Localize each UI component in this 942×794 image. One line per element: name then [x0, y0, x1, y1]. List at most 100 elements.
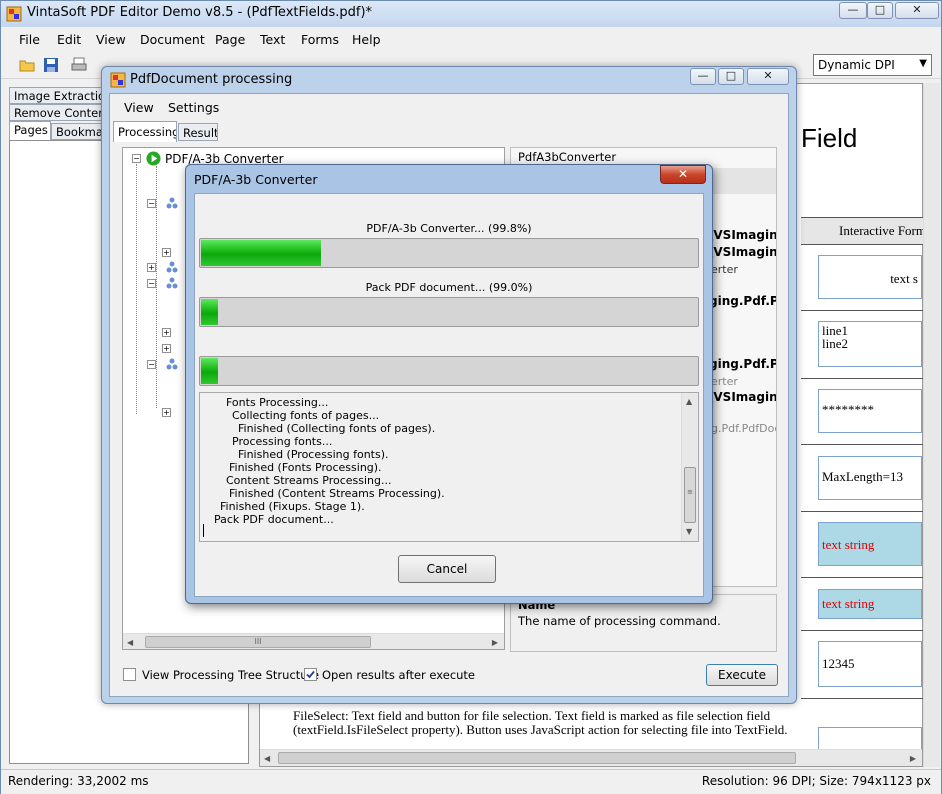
close-button[interactable]: ✕	[895, 2, 939, 19]
tree-expand-icon[interactable]: +	[162, 408, 171, 417]
progress-bar-1	[199, 238, 699, 268]
document-horizontal-scrollbar[interactable]: ◀ ▶	[260, 749, 922, 766]
tree-expand-icon[interactable]: +	[147, 263, 156, 272]
tree-scroll-thumb[interactable]: III	[145, 636, 371, 648]
colored-text-field-2[interactable]: text string	[818, 589, 922, 619]
tab-result[interactable]: Result	[178, 123, 218, 141]
execute-button[interactable]: Execute	[706, 664, 778, 686]
maxlength-field[interactable]: MaxLength=13	[818, 456, 922, 500]
progress-fill-1	[201, 240, 321, 266]
tree-collapse-icon[interactable]: −	[147, 279, 156, 288]
menu-edit[interactable]: Edit	[57, 32, 81, 47]
log-line: Content Streams Processing...	[226, 474, 392, 487]
tree-collapse-icon[interactable]: −	[147, 360, 156, 369]
converter-close-button[interactable]: ✕	[660, 165, 706, 184]
processing-close-button[interactable]: ✕	[747, 68, 789, 85]
table-border	[801, 244, 923, 245]
main-titlebar[interactable]: VintaSoft PDF Editor Demo v8.5 - (PdfTex…	[1, 1, 941, 27]
command-group-icon	[166, 277, 178, 289]
processing-menu-view[interactable]: View	[124, 100, 154, 115]
tree-expand-icon[interactable]: +	[162, 344, 171, 353]
processing-menu-settings[interactable]: Settings	[168, 100, 219, 115]
scroll-left-icon[interactable]: ◀	[264, 754, 270, 763]
menu-forms[interactable]: Forms	[301, 32, 339, 47]
print-icon[interactable]	[71, 57, 87, 73]
view-tree-checkbox[interactable]	[123, 668, 136, 681]
view-tree-label[interactable]: View Processing Tree Structure	[142, 668, 319, 682]
maximize-button[interactable]: □	[867, 2, 893, 19]
scroll-up-icon[interactable]: ▲	[686, 397, 692, 406]
chevron-down-icon: ▼	[919, 58, 927, 69]
number-field[interactable]: 12345	[818, 641, 922, 687]
command-group-icon	[166, 358, 178, 370]
minimize-icon: —	[847, 3, 859, 16]
minimize-icon: —	[697, 69, 709, 82]
property-value: erter	[711, 375, 738, 388]
menu-file[interactable]: File	[19, 32, 40, 47]
menu-view[interactable]: View	[96, 32, 126, 47]
menu-document[interactable]: Document	[140, 32, 205, 47]
property-value: ging.Pdf.Po	[709, 294, 776, 308]
table-header: Interactive Form	[801, 218, 923, 244]
tab-remove-content[interactable]: Remove Content	[9, 104, 103, 121]
menu-page[interactable]: Page	[215, 32, 245, 47]
log-line: Finished (Fonts Processing).	[229, 461, 382, 474]
property-value: g.Pdf.PdfDoc	[711, 422, 777, 435]
progress-bar-3	[199, 356, 699, 386]
scroll-left-icon[interactable]: ◀	[127, 638, 133, 647]
scroll-right-icon[interactable]: ▶	[492, 638, 498, 647]
text-caret	[203, 524, 204, 537]
minimize-button[interactable]: —	[839, 2, 867, 19]
tree-expand-icon[interactable]: +	[162, 248, 171, 257]
log-line: Finished (Content Streams Processing).	[229, 487, 445, 500]
table-border	[801, 511, 923, 512]
tab-pages[interactable]: Pages	[9, 121, 51, 140]
checkmark-icon	[306, 670, 315, 679]
file-select-field[interactable]	[818, 727, 922, 751]
colored-text-field-1[interactable]: text string	[818, 522, 922, 566]
progress-fill-3	[201, 358, 219, 384]
log-box[interactable]: Fonts Processing... Collecting fonts of p…	[199, 392, 699, 542]
property-value: erter	[711, 263, 738, 276]
log-scroll-thumb[interactable]: ≡	[684, 467, 696, 523]
password-field[interactable]: ********	[818, 389, 922, 433]
property-value: \VSImagin	[709, 245, 777, 259]
maximize-icon: □	[874, 3, 886, 16]
tab-image-extraction[interactable]: Image Extraction	[9, 87, 103, 104]
close-icon: ✕	[763, 69, 773, 82]
property-value: \VSImagin	[709, 228, 777, 242]
description-text: The name of processing command.	[518, 614, 721, 628]
statusbar: Rendering: 33,2002 ms Resolution: 96 DPI…	[1, 769, 941, 794]
tree-expand-icon[interactable]: +	[162, 328, 171, 337]
multiline-field[interactable]: line1 line2	[818, 321, 922, 367]
document-vertical-scrollbar[interactable]	[923, 83, 940, 767]
open-results-checkbox[interactable]	[304, 668, 317, 681]
document-horizontal-thumb[interactable]	[278, 752, 796, 764]
tree-collapse-icon[interactable]: −	[132, 154, 141, 163]
log-vertical-scrollbar[interactable]: ▲ ≡ ▼	[681, 393, 698, 541]
menu-help[interactable]: Help	[352, 32, 381, 47]
scroll-down-icon[interactable]: ▼	[686, 527, 692, 536]
text-field-1[interactable]: text s	[818, 255, 922, 299]
tree-collapse-icon[interactable]: −	[147, 199, 156, 208]
table-border	[801, 577, 923, 578]
converter-client: PDF/A-3b Converter... (99.8%) Pack PDF d…	[194, 193, 704, 597]
open-results-label[interactable]: Open results after execute	[322, 668, 475, 682]
tab-bookmarks[interactable]: Bookmarks	[51, 123, 103, 140]
dpi-mode-select[interactable]: Dynamic DPI ▼	[813, 54, 932, 76]
progress-label-1: PDF/A-3b Converter... (99.8%)	[366, 222, 532, 235]
menu-text[interactable]: Text	[260, 32, 285, 47]
table-border	[801, 378, 923, 379]
scroll-right-icon[interactable]: ▶	[910, 754, 916, 763]
log-line: Finished (Processing fonts).	[238, 448, 389, 461]
cancel-button[interactable]: Cancel	[398, 555, 496, 583]
processing-maximize-button[interactable]: □	[718, 68, 744, 85]
progress-label-2: Pack PDF document... (99.0%)	[365, 281, 533, 294]
play-icon	[146, 151, 161, 166]
open-folder-icon[interactable]	[19, 57, 35, 73]
close-icon: ✕	[912, 3, 922, 16]
tree-horizontal-scrollbar[interactable]: ◀ III ▶	[123, 633, 504, 649]
save-icon[interactable]	[43, 57, 59, 73]
tab-processing[interactable]: Processing	[113, 121, 177, 142]
processing-minimize-button[interactable]: —	[690, 68, 716, 85]
